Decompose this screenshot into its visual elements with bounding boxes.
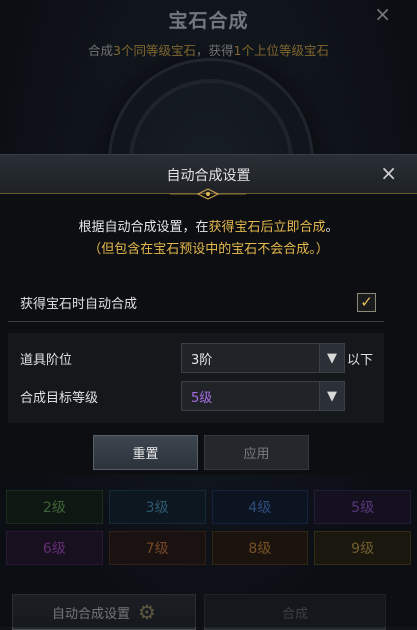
ornament-icon	[170, 188, 246, 200]
auto-compose-label: 获得宝石时自动合成	[20, 297, 138, 312]
check-icon: ✓	[360, 293, 373, 311]
notice-highlight: 获得宝石后立即合成	[208, 220, 326, 235]
chevron-down-icon: ▼	[319, 344, 344, 372]
target-grade-label: 合成目标等级	[20, 391, 99, 406]
notice-text: 根据自动合成设置，在获得宝石后立即合成。 （但包含在宝石预设中的宝石不会合成。）	[0, 217, 417, 261]
reset-button[interactable]: 重置	[93, 435, 198, 470]
close-icon[interactable]: ×	[380, 161, 397, 185]
notice-text-b: 。	[325, 220, 339, 235]
notice-text-a: 根据自动合成设置，在	[78, 220, 209, 235]
item-tier-select[interactable]: 3阶 ▼	[181, 343, 345, 373]
item-tier-value: 3阶	[191, 353, 213, 368]
auto-compose-row: 获得宝石时自动合成 ✓	[8, 283, 384, 322]
item-tier-suffix: 以下	[347, 353, 374, 368]
auto-synthesis-settings-modal: 自动合成设置 × 根据自动合成设置，在获得宝石后立即合成。 （但包含在宝石预设中…	[0, 154, 417, 475]
apply-button[interactable]: 应用	[204, 435, 309, 470]
target-grade-value: 5级	[191, 391, 213, 406]
notice-line-1: 根据自动合成设置，在获得宝石后立即合成。	[0, 217, 417, 239]
item-tier-row: 道具阶位 3阶 ▼ 以下	[8, 341, 384, 373]
auto-compose-checkbox[interactable]: ✓	[357, 293, 376, 312]
chevron-down-icon: ▼	[319, 382, 344, 410]
item-tier-label: 道具阶位	[20, 353, 73, 368]
target-grade-row: 合成目标等级 5级 ▼	[8, 379, 384, 411]
target-grade-select[interactable]: 5级 ▼	[181, 381, 345, 411]
notice-line-2: （但包含在宝石预设中的宝石不会合成。）	[88, 242, 329, 257]
modal-title: 自动合成设置	[166, 168, 251, 184]
settings-form: 道具阶位 3阶 ▼ 以下 合成目标等级 5级 ▼	[8, 333, 384, 423]
